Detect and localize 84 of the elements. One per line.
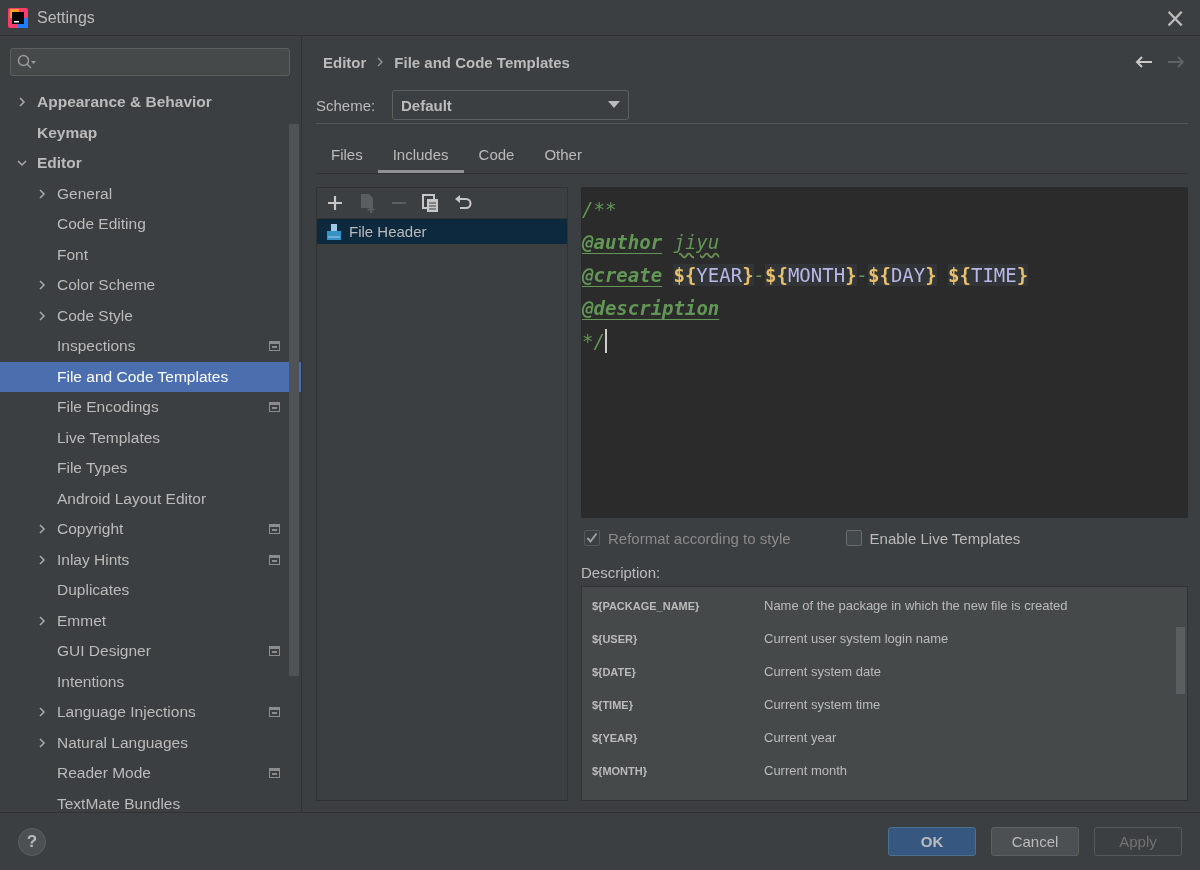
tree-item[interactable]: Inlay Hints (0, 544, 301, 575)
chevron-right-icon (376, 57, 385, 67)
chevron-right-icon[interactable] (37, 707, 47, 718)
variable-name: ${USER} (591, 632, 639, 645)
breadcrumb-item[interactable]: File and Code Templates (394, 53, 570, 71)
code-line: */ (582, 327, 608, 355)
variable-description: Name of the package in which the new file is created (764, 598, 1068, 613)
tree-item[interactable]: TextMate Bundles (0, 788, 301, 812)
search-field[interactable] (10, 48, 290, 76)
tree-item[interactable]: Duplicates (0, 575, 301, 606)
checkbox-label[interactable]: Enable Live Templates (869, 529, 1021, 547)
chevron-right-icon[interactable] (37, 615, 47, 626)
tree-item[interactable]: Font (0, 239, 301, 270)
tree-item[interactable]: Color Scheme (0, 270, 301, 301)
project-scope-icon (269, 646, 280, 656)
breadcrumb-item[interactable]: Editor (323, 53, 367, 71)
scheme-dropdown[interactable]: Default (392, 90, 629, 120)
tree-item[interactable]: GUI Designer (0, 636, 301, 667)
code-line: /** (582, 196, 618, 222)
scheme-label: Scheme: (316, 96, 377, 114)
variable-name: ${TIME} (591, 698, 634, 711)
variable-description: Current system date (764, 664, 882, 679)
project-scope-icon (269, 524, 280, 534)
tree-item[interactable]: Intentions (0, 666, 301, 697)
scrollbar[interactable] (289, 124, 299, 676)
project-scope-icon (269, 554, 280, 565)
code-line: @description (582, 295, 721, 321)
tree-item[interactable]: Emmet (0, 605, 301, 636)
chevron-right-icon[interactable] (37, 737, 47, 748)
chevron-right-icon[interactable] (17, 97, 27, 108)
help-button[interactable]: ? (18, 827, 46, 856)
template-item[interactable]: File Header (317, 219, 567, 244)
tree-item[interactable]: Live Templates (0, 422, 301, 453)
checkbox[interactable] (845, 530, 862, 546)
close-button[interactable]: × (1160, 6, 1190, 29)
project-scope-icon (269, 402, 280, 412)
tree-item[interactable]: File and Code Templates (0, 361, 301, 392)
tree-item[interactable]: Language Injections (0, 697, 301, 728)
variable-name: ${DATE} (591, 665, 637, 678)
tree-item[interactable]: Inspections (0, 331, 301, 362)
tab[interactable]: Code (463, 138, 530, 173)
back-arrow-icon[interactable] (1134, 54, 1154, 70)
tree-item[interactable]: Copyright (0, 514, 301, 545)
dropdown-caret-icon (608, 101, 620, 109)
tree-item[interactable]: Natural Languages (0, 727, 301, 758)
chevron-right-icon[interactable] (37, 554, 47, 565)
code-line: @create ${YEAR}-${MONTH}-${DAY} ${TIME} (582, 262, 1030, 288)
variable-description: Current system time (764, 697, 881, 712)
tree-item[interactable]: Keymap (0, 117, 301, 148)
tab[interactable]: Files (316, 138, 378, 173)
tree-item[interactable]: Editor (0, 148, 301, 179)
variable-name: ${PACKAGE_NAME} (591, 599, 701, 612)
variable-description: Current year (764, 730, 837, 745)
tree-item[interactable]: Code Style (0, 300, 301, 331)
chevron-right-icon[interactable] (37, 280, 47, 291)
dialog-button[interactable]: Cancel (991, 827, 1079, 856)
tab[interactable]: Other (529, 138, 597, 173)
tree-item[interactable]: Code Editing (0, 209, 301, 240)
file-icon (325, 222, 343, 241)
search-icon (17, 54, 37, 70)
chevron-right-icon[interactable] (37, 524, 47, 535)
variable-name: ${MONTH} (591, 764, 648, 777)
code-editor[interactable]: /** @author jiyu @create ${YEAR}-${MONTH}-${DAY} ${TIME} @description */ (581, 187, 1188, 518)
project-scope-icon (269, 707, 280, 717)
tree-item[interactable]: Android Layout Editor (0, 483, 301, 514)
tree-item[interactable]: File Encodings (0, 392, 301, 423)
tree-item[interactable]: Appearance & Behavior (0, 87, 301, 118)
tree-item[interactable]: General (0, 178, 301, 209)
variable-name: ${YEAR} (591, 731, 639, 744)
variable-description: Current user system login name (764, 631, 949, 646)
dialog-button[interactable]: OK (888, 827, 976, 856)
description-label: Description: (581, 562, 662, 583)
variable-description: Current month (764, 763, 848, 778)
chevron-right-icon[interactable] (37, 188, 47, 199)
tree-item[interactable]: File Types (0, 453, 301, 484)
tab[interactable]: Includes (377, 138, 464, 173)
chevron-right-icon[interactable] (37, 310, 47, 321)
window-title: Settings (37, 8, 96, 27)
project-scope-icon (269, 341, 280, 351)
code-line: @author jiyu (582, 229, 721, 255)
chevron-down-icon[interactable] (17, 158, 27, 169)
app-logo-icon (8, 7, 28, 28)
project-scope-icon (269, 768, 280, 778)
tree-item[interactable]: Reader Mode (0, 758, 301, 789)
